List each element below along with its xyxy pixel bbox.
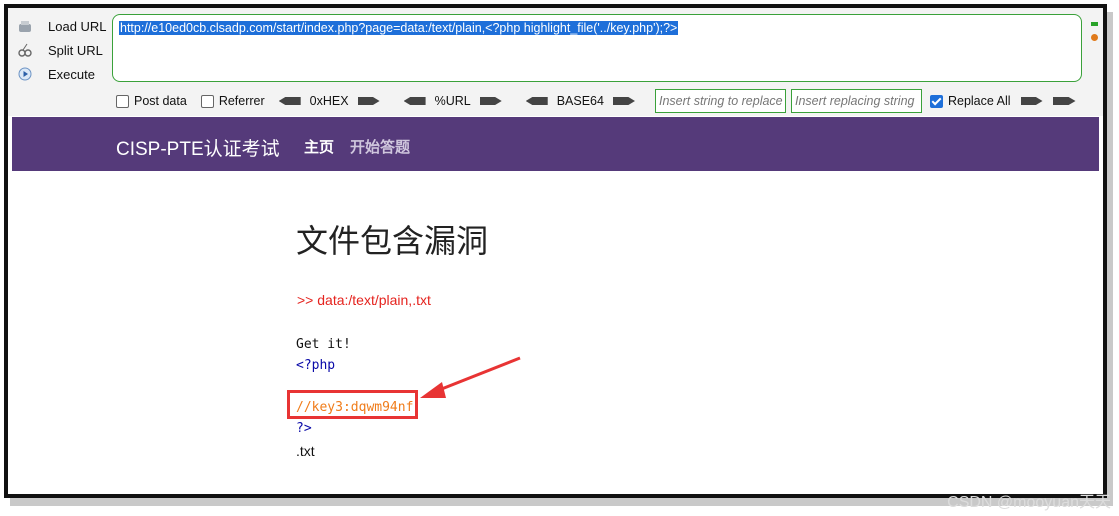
- url-decode-arrow-icon[interactable]: [403, 97, 426, 105]
- site-navbar: CISP-PTE认证考试 主页 开始答题: [12, 117, 1099, 171]
- watermark: CSDN @mooyuan天天: [947, 494, 1111, 511]
- nav-home[interactable]: 主页: [304, 136, 334, 157]
- file-extension: .txt: [296, 443, 315, 459]
- split-url-icon: [18, 43, 32, 57]
- post-data-checkbox[interactable]: [116, 94, 129, 108]
- hex-encoder: 0xHEX: [278, 94, 380, 108]
- split-url-label: Split URL: [48, 42, 103, 58]
- base64-encoder: BASE64: [525, 94, 635, 108]
- site-brand[interactable]: CISP-PTE认证考试: [116, 134, 280, 161]
- execute-button[interactable]: Execute: [14, 62, 114, 86]
- referrer-label: Referrer: [218, 94, 265, 108]
- file-path: >> data:/text/plain,.txt: [297, 292, 431, 308]
- annotation-arrow-icon: [420, 356, 521, 398]
- replace-all-checkbox[interactable]: [929, 94, 943, 108]
- hackbar: Load URL Split URL Execute http://e10ed0…: [8, 8, 1103, 116]
- orange-indicator: [1091, 34, 1098, 41]
- green-indicator: [1091, 22, 1098, 26]
- base64-encode-arrow-icon[interactable]: [612, 97, 635, 105]
- execute-icon: [18, 67, 32, 81]
- url-input[interactable]: http://e10ed0cb.clsadp.com/start/index.p…: [112, 14, 1082, 82]
- base64-label: BASE64: [556, 94, 604, 108]
- hex-encode-arrow-icon[interactable]: [357, 97, 380, 105]
- post-data-label: Post data: [134, 94, 187, 108]
- nav-start-quiz[interactable]: 开始答题: [350, 136, 410, 157]
- hex-label: 0xHEX: [309, 94, 349, 108]
- load-url-label: Load URL: [48, 18, 107, 34]
- replace-all-label: Replace All: [947, 94, 1011, 108]
- output-line: Get it!: [296, 337, 351, 352]
- replace-dropdown-icon[interactable]: [1052, 97, 1076, 105]
- url-encode-arrow-icon[interactable]: [479, 97, 502, 105]
- url-text: http://e10ed0cb.clsadp.com/start/index.p…: [119, 21, 679, 35]
- url-enc-label: %URL: [434, 94, 471, 108]
- highlight-box: [287, 390, 418, 419]
- referrer-checkbox[interactable]: [200, 94, 214, 108]
- referrer-toggle[interactable]: Referrer: [200, 94, 265, 108]
- page-title: 文件包含漏洞: [296, 223, 489, 259]
- replace-all-toggle[interactable]: Replace All: [929, 94, 1011, 108]
- hackbar-options: Post data Referrer 0xHEX %URL BASE64 Ins…: [116, 89, 1076, 113]
- split-url-button[interactable]: Split URL: [14, 38, 114, 62]
- side-indicators: [1091, 16, 1101, 56]
- hackbar-actions: Load URL Split URL Execute: [14, 14, 114, 86]
- execute-label: Execute: [48, 66, 95, 82]
- browser-frame: Load URL Split URL Execute http://e10ed0…: [4, 4, 1107, 498]
- load-url-button[interactable]: Load URL: [14, 14, 114, 38]
- load-url-icon: [18, 19, 32, 33]
- post-data-toggle[interactable]: Post data: [116, 94, 187, 108]
- replace-arrow-icon[interactable]: [1020, 97, 1043, 105]
- hex-decode-arrow-icon[interactable]: [278, 97, 301, 105]
- php-close-tag: ?>: [296, 421, 312, 436]
- replace-find-input[interactable]: Insert string to replace: [654, 89, 786, 113]
- replace-with-input[interactable]: Insert replacing string: [790, 89, 922, 113]
- php-open-tag: <?php: [296, 358, 336, 373]
- base64-decode-arrow-icon[interactable]: [525, 97, 548, 105]
- url-encoder: %URL: [403, 94, 502, 108]
